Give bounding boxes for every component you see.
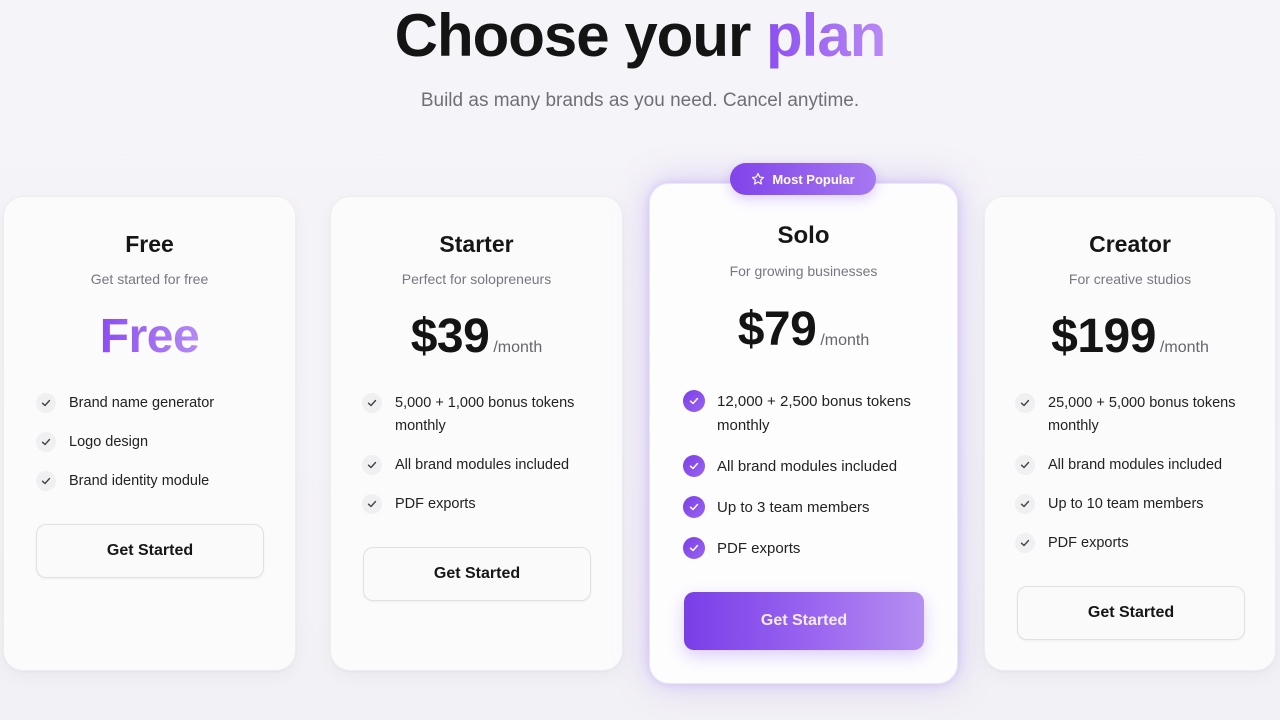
badge-label: Most Popular [772, 171, 855, 187]
price-row: Free [4, 309, 295, 364]
check-icon [36, 393, 56, 413]
feature-item: PDF exports [362, 493, 592, 516]
get-started-button-solo[interactable]: Get Started [684, 592, 924, 650]
plan-price: $199 [1051, 310, 1156, 363]
feature-list: Brand name generator Logo design Brand i… [36, 392, 276, 493]
feature-label: 12,000 + 2,500 bonus tokens monthly [717, 393, 911, 434]
feature-item: Brand identity module [36, 470, 276, 493]
check-icon [683, 455, 705, 477]
feature-label: PDF exports [395, 496, 476, 512]
plan-description: Perfect for solopreneurs [401, 271, 552, 287]
get-started-button-creator[interactable]: Get Started [1017, 586, 1245, 640]
feature-item: 25,000 + 5,000 bonus tokens monthly [1015, 392, 1255, 438]
plan-price: $39 [410, 310, 490, 363]
feature-label: Brand identity module [69, 473, 210, 489]
get-started-button-free[interactable]: Get Started [36, 524, 264, 578]
feature-label: All brand modules included [395, 457, 570, 473]
page-subtitle: Build as many brands as you need. Cancel… [420, 90, 860, 111]
star-icon [751, 172, 765, 186]
plan-name: Free [125, 231, 174, 257]
check-icon [1015, 494, 1035, 514]
plan-description: Get started for free [90, 271, 209, 287]
plan-card-solo: Solo For growing businesses $79/month 12… [649, 183, 958, 684]
check-icon [1015, 393, 1035, 413]
plan-price: $79 [737, 303, 817, 356]
plan-description: For growing businesses [729, 263, 878, 279]
feature-item: Up to 10 team members [1015, 493, 1255, 516]
plan-period: /month [820, 332, 870, 349]
feature-list: 12,000 + 2,500 bonus tokens monthly All … [683, 390, 933, 561]
feature-item: All brand modules included [1015, 454, 1255, 477]
plan-card-creator: Creator For creative studios $199/month … [984, 196, 1276, 671]
plan-name: Creator [1089, 231, 1171, 257]
check-icon [362, 455, 382, 475]
feature-item: 5,000 + 1,000 bonus tokens monthly [362, 392, 592, 438]
feature-label: Up to 10 team members [1048, 496, 1204, 512]
get-started-button-starter[interactable]: Get Started [363, 547, 591, 601]
plan-price: Free [99, 310, 200, 363]
feature-item: PDF exports [683, 537, 933, 561]
feature-label: Brand name generator [69, 395, 215, 411]
feature-item: Up to 3 team members [683, 496, 933, 520]
feature-label: 5,000 + 1,000 bonus tokens monthly [395, 395, 575, 434]
feature-list: 25,000 + 5,000 bonus tokens monthly All … [1015, 392, 1255, 555]
feature-label: PDF exports [1048, 535, 1129, 551]
check-icon [36, 471, 56, 491]
plan-card-starter: Starter Perfect for solopreneurs $39/mon… [330, 196, 623, 671]
plan-name: Solo [777, 222, 830, 249]
feature-list: 5,000 + 1,000 bonus tokens monthly All b… [362, 392, 592, 516]
page-title: Choose your plan [0, 2, 1280, 70]
title-main: Choose your [394, 2, 752, 69]
feature-item: All brand modules included [362, 454, 592, 477]
feature-item: 12,000 + 2,500 bonus tokens monthly [683, 390, 933, 438]
plan-period: /month [1159, 339, 1209, 356]
check-icon [362, 494, 382, 514]
plan-name: Starter [439, 231, 514, 257]
feature-label: All brand modules included [717, 458, 898, 475]
check-icon [683, 537, 705, 559]
check-icon [362, 393, 382, 413]
plan-description: For creative studios [1068, 271, 1192, 287]
feature-item: All brand modules included [683, 455, 933, 479]
feature-label: Up to 3 team members [717, 499, 870, 516]
price-row: $199/month [985, 309, 1275, 364]
feature-label: PDF exports [717, 540, 801, 557]
plan-card-free: Free Get started for free Free Brand nam… [3, 196, 296, 671]
check-icon [1015, 455, 1035, 475]
price-row: $79/month [650, 302, 957, 357]
feature-item: Brand name generator [36, 392, 276, 415]
feature-item: PDF exports [1015, 532, 1255, 555]
feature-label: Logo design [69, 434, 149, 450]
most-popular-badge: Most Popular [730, 163, 876, 195]
check-icon [683, 390, 705, 412]
check-icon [683, 496, 705, 518]
feature-label: 25,000 + 5,000 bonus tokens monthly [1048, 395, 1236, 434]
feature-item: Logo design [36, 431, 276, 454]
title-accent: plan [766, 2, 886, 69]
feature-label: All brand modules included [1048, 457, 1223, 473]
pricing-page: Choose your plan Build as many brands as… [0, 0, 1280, 720]
price-row: $39/month [331, 309, 622, 364]
check-icon [36, 432, 56, 452]
check-icon [1015, 533, 1035, 553]
plan-period: /month [493, 339, 543, 356]
